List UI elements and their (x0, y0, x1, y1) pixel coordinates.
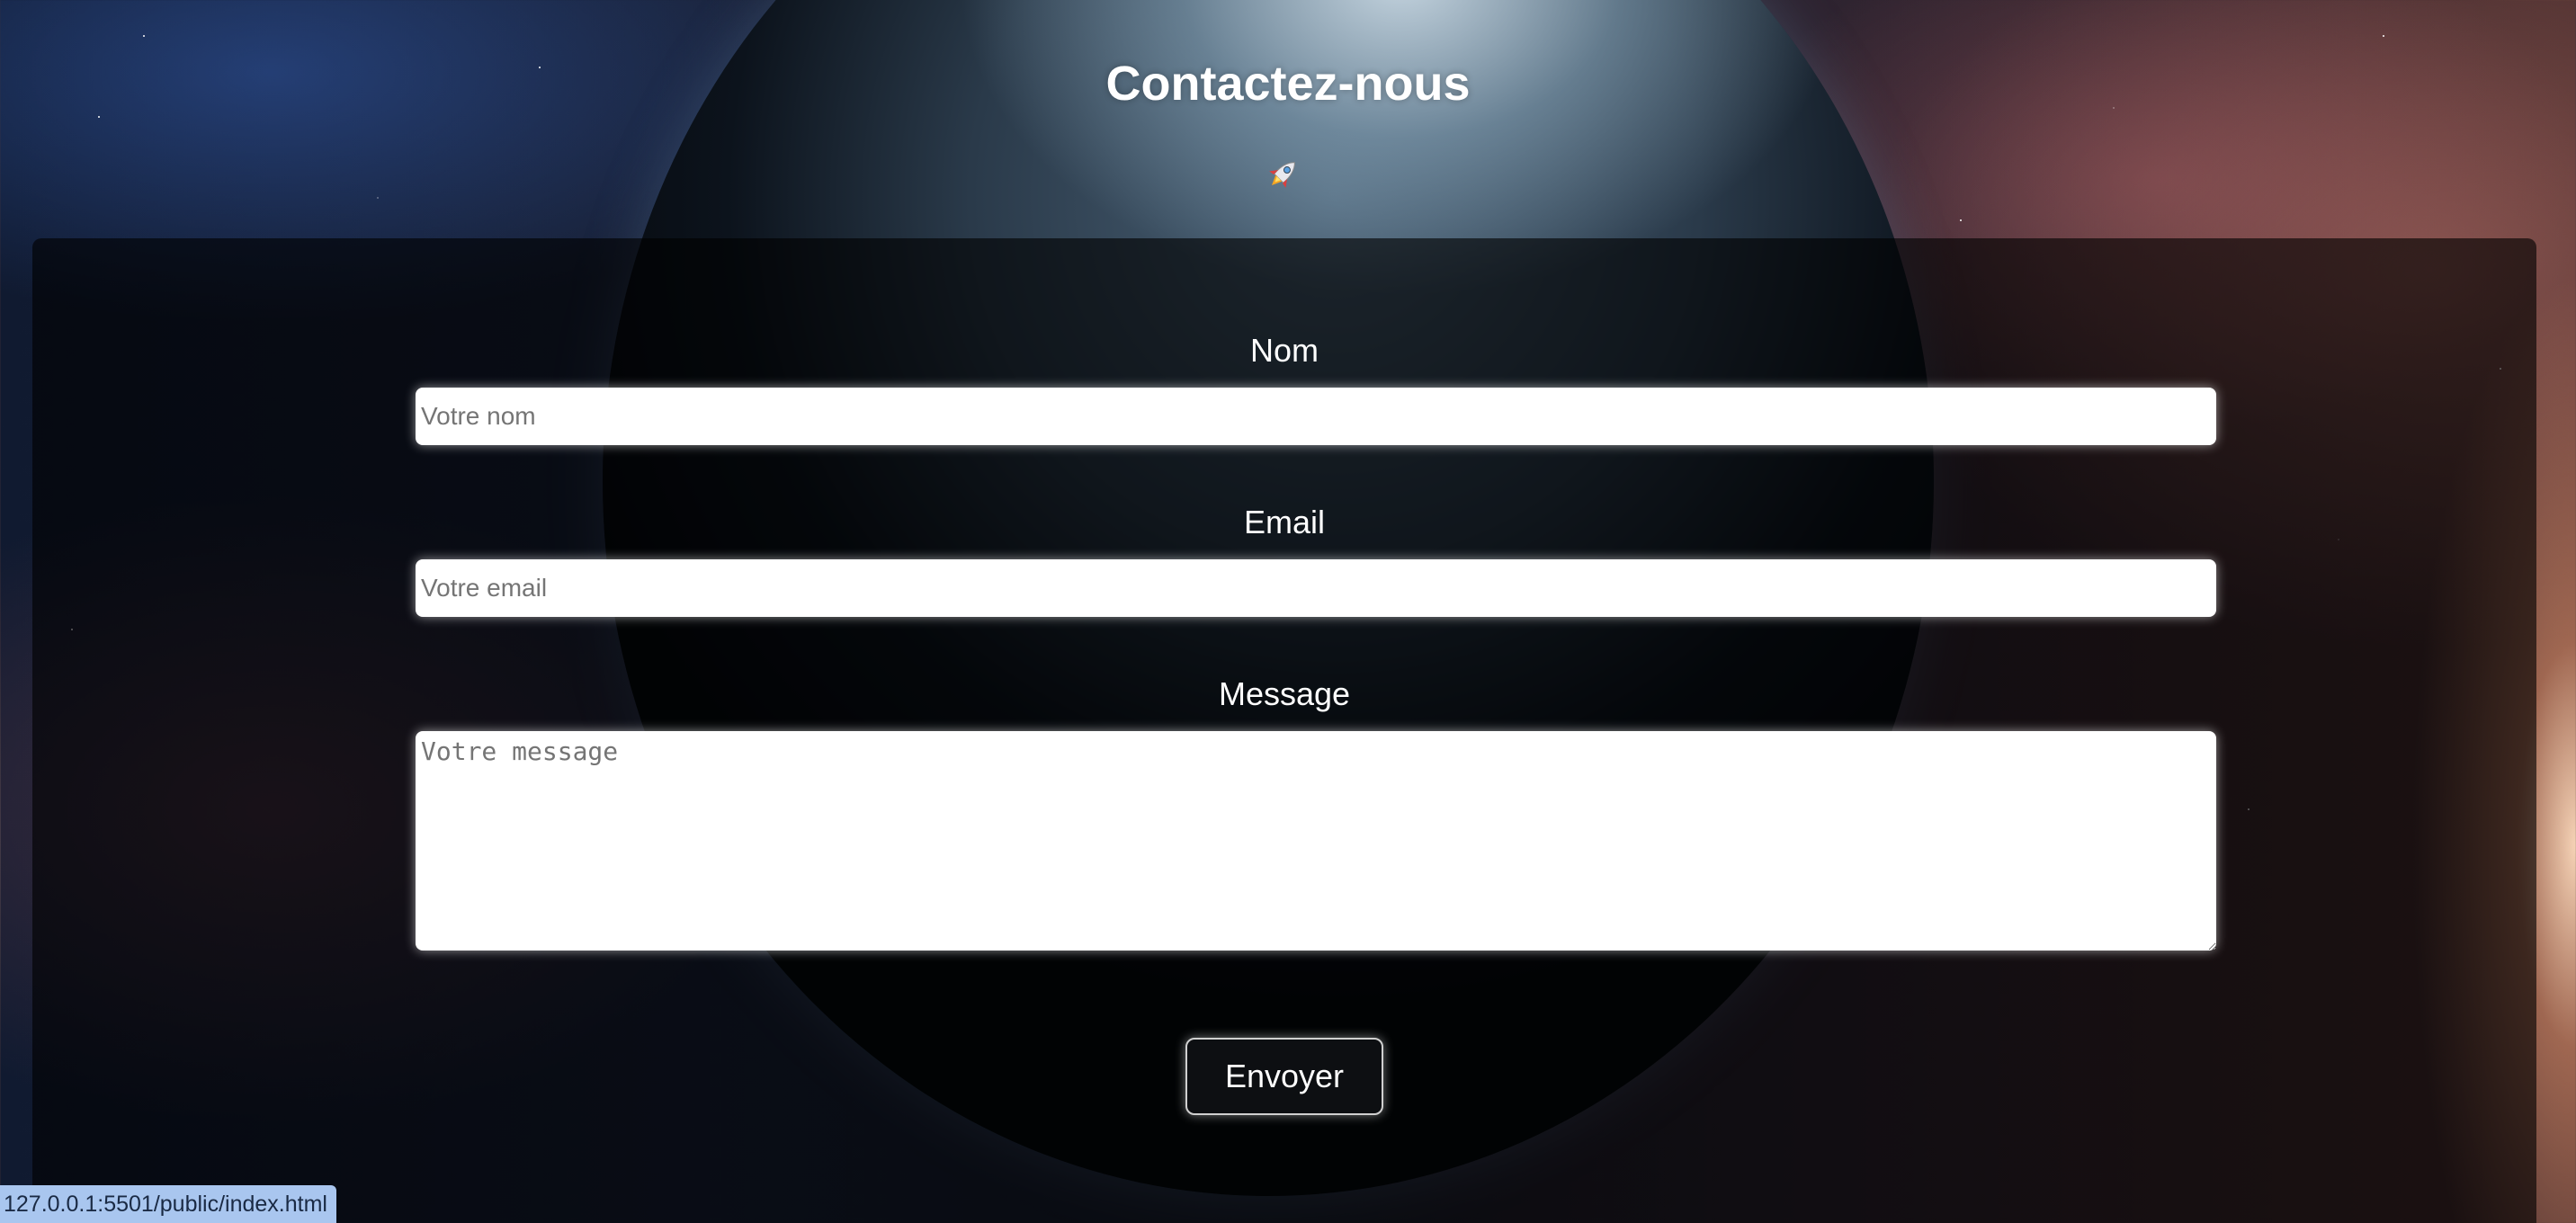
name-label: Nom (1249, 332, 1319, 369)
email-label: Email (1243, 504, 1326, 540)
send-button[interactable]: Envoyer (1185, 1038, 1383, 1115)
rocket-icon (1269, 162, 1295, 188)
message-label: Message (1218, 675, 1351, 712)
page-title: Contactez-nous (1105, 57, 1471, 111)
status-bar-url: 127.0.0.1:5501/public/index.html (0, 1185, 336, 1223)
name-input[interactable] (416, 388, 2216, 445)
message-textarea[interactable] (416, 731, 2216, 951)
email-input[interactable] (416, 559, 2216, 617)
